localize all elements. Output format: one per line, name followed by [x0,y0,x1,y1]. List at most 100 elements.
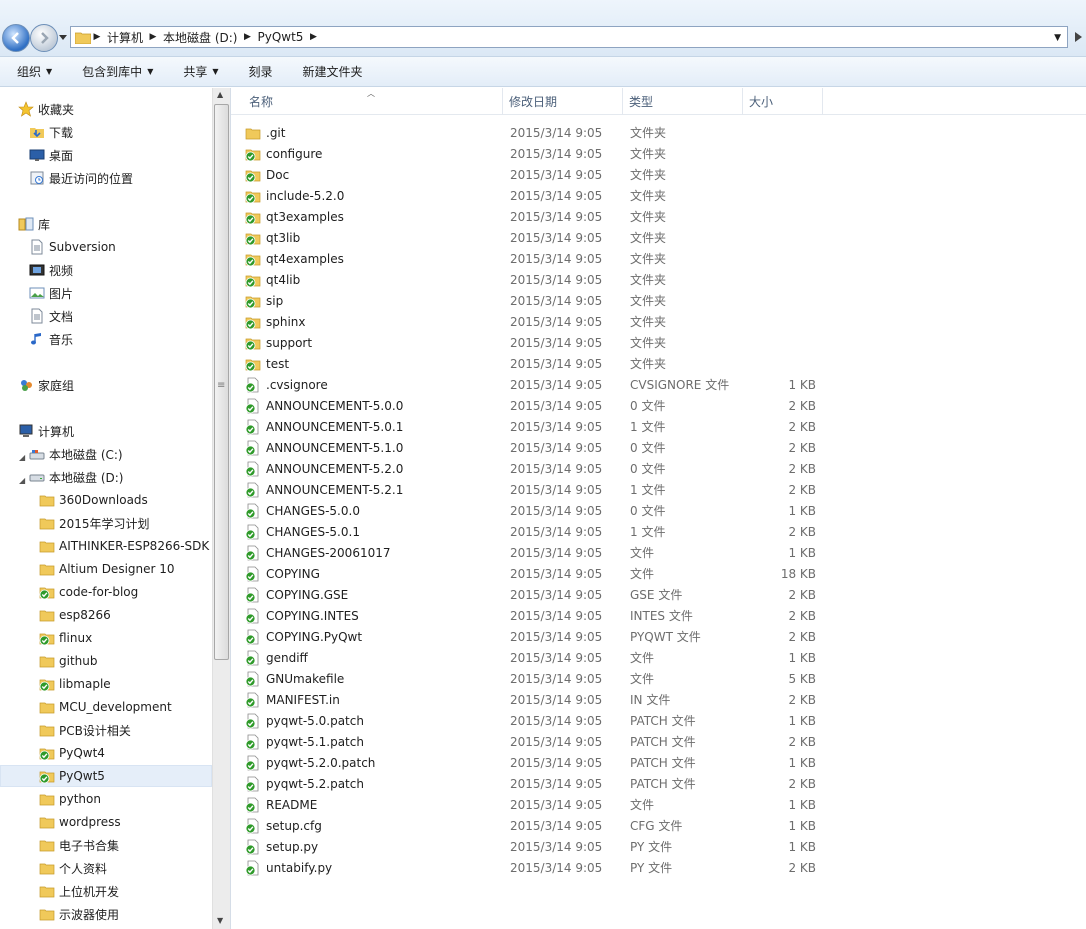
column-header-1[interactable]: 修改日期 [503,88,623,115]
file-type: IN 文件 [630,693,671,707]
nav-library-item[interactable]: 音乐 [29,328,73,350]
nav-favorite-item[interactable]: 桌面 [29,144,73,166]
file-row[interactable]: pyqwt-5.2.patch 2015/3/14 9:05 PATCH 文件 2 K… [245,773,1065,794]
file-row[interactable]: COPYING.PyQwt 2015/3/14 9:05 PYQWT 文件 2 KB [245,626,1065,647]
file-row[interactable]: pyqwt-5.0.patch 2015/3/14 9:05 PATCH 文件 1 K… [245,710,1065,731]
nav-folder-item[interactable]: 电子书合集 [39,834,119,856]
nav-library-item[interactable]: Subversion [29,236,116,258]
nav-folder-item[interactable]: 个人资料 [39,857,107,879]
breadcrumb-item[interactable]: 计算机 [103,29,147,46]
nav-library-item[interactable]: 视频 [29,259,73,281]
file-row[interactable]: CHANGES-5.0.1 2015/3/14 9:05 1 文件 2 KB [245,521,1065,542]
file-row[interactable]: test 2015/3/14 9:05 文件夹 [245,353,1065,374]
nav-folder-item[interactable]: PyQwt5 [0,765,212,787]
column-header-3[interactable]: 大小 [743,88,823,115]
address-field[interactable]: ▶ 计算机 ▶ 本地磁盘 (D:) ▶ PyQwt5 ▶ ▼ [70,26,1068,48]
nav-folder-item[interactable]: python [39,788,101,810]
recent-pages-dropdown[interactable] [59,33,67,41]
file-row[interactable]: support 2015/3/14 9:05 文件夹 [245,332,1065,353]
forward-button[interactable] [30,24,58,52]
nav-favorite-item[interactable]: 下载 [29,121,73,143]
file-row[interactable]: qt3examples 2015/3/14 9:05 文件夹 [245,206,1065,227]
file-row[interactable]: ANNOUNCEMENT-5.1.0 2015/3/14 9:05 0 文件 2 KB [245,437,1065,458]
file-row[interactable]: configure 2015/3/14 9:05 文件夹 [245,143,1065,164]
file-row[interactable]: README 2015/3/14 9:05 文件 1 KB [245,794,1065,815]
address-history-dropdown-icon[interactable]: ▼ [1054,33,1061,43]
file-row[interactable]: CHANGES-20061017 2015/3/14 9:05 文件 1 KB [245,542,1065,563]
nav-folder-item[interactable]: AITHINKER-ESP8266-SDK [39,535,209,557]
breadcrumb-separator-icon[interactable]: ▶ [307,32,319,42]
refresh-icon[interactable] [1070,26,1086,48]
scroll-down-icon[interactable]: ▼ [217,916,223,925]
column-header-2[interactable]: 类型 [623,88,743,115]
file-row[interactable]: GNUmakefile 2015/3/14 9:05 文件 5 KB [245,668,1065,689]
file-row[interactable]: gendiff 2015/3/14 9:05 文件 1 KB [245,647,1065,668]
file-date: 2015/3/14 9:05 [510,587,603,602]
breadcrumb-separator-icon[interactable]: ▶ [91,32,103,42]
nav-library-item[interactable]: 文档 [29,305,73,327]
nav-folder-item[interactable]: github [39,650,97,672]
toolbar-button[interactable]: 包含到库中 ▼ [82,61,153,83]
nav-folder-item[interactable]: esp8266 [39,604,111,626]
file-row[interactable]: COPYING.INTES 2015/3/14 9:05 INTES 文件 2 KB [245,605,1065,626]
toolbar-button[interactable]: 新建文件夹 [303,61,363,83]
file-row[interactable]: qt4lib 2015/3/14 9:05 文件夹 [245,269,1065,290]
column-header-0[interactable]: 名称 [243,88,503,115]
file-row[interactable]: .git 2015/3/14 9:05 文件夹 [245,122,1065,143]
file-row[interactable]: COPYING.GSE 2015/3/14 9:05 GSE 文件 2 KB [245,584,1065,605]
file-row[interactable]: MANIFEST.in 2015/3/14 9:05 IN 文件 2 KB [245,689,1065,710]
file-row[interactable]: .cvsignore 2015/3/14 9:05 CVSIGNORE 文件 1 KB [245,374,1065,395]
toolbar-button[interactable]: 共享 ▼ [183,61,218,83]
nav-folder-item[interactable]: code-for-blog [39,581,138,603]
nav-folder-item[interactable]: flinux [39,627,92,649]
file-row[interactable]: setup.cfg 2015/3/14 9:05 CFG 文件 1 KB [245,815,1065,836]
file-row[interactable]: sip 2015/3/14 9:05 文件夹 [245,290,1065,311]
file-row[interactable]: pyqwt-5.2.0.patch 2015/3/14 9:05 PATCH 文件 1… [245,752,1065,773]
nav-computer[interactable]: 计算机 [18,420,74,442]
file-row[interactable]: sphinx 2015/3/14 9:05 文件夹 [245,311,1065,332]
nav-scrollbar[interactable]: ▲ ≡ ▼ [212,88,230,929]
collapse-arrow-icon[interactable]: ◢ [19,476,25,485]
file-row[interactable]: qt3lib 2015/3/14 9:05 文件夹 [245,227,1065,248]
scroll-up-icon[interactable]: ▲ [217,90,223,99]
breadcrumb[interactable]: ▶ 计算机 ▶ 本地磁盘 (D:) ▶ PyQwt5 ▶ [91,27,319,47]
nav-favorites[interactable]: 收藏夹 [18,98,74,120]
nav-drive[interactable]: 本地磁盘 (D:) [29,466,123,488]
file-row[interactable]: qt4examples 2015/3/14 9:05 文件夹 [245,248,1065,269]
breadcrumb-separator-icon[interactable]: ▶ [147,32,159,42]
file-row[interactable]: COPYING 2015/3/14 9:05 文件 18 KB [245,563,1065,584]
toolbar-button[interactable]: 组织 ▼ [17,61,52,83]
file-row[interactable]: ANNOUNCEMENT-5.2.0 2015/3/14 9:05 0 文件 2 KB [245,458,1065,479]
file-row[interactable]: setup.py 2015/3/14 9:05 PY 文件 1 KB [245,836,1065,857]
file-row[interactable]: include-5.2.0 2015/3/14 9:05 文件夹 [245,185,1065,206]
breadcrumb-item[interactable]: 本地磁盘 (D:) [159,29,241,46]
file-row[interactable]: CHANGES-5.0.0 2015/3/14 9:05 0 文件 1 KB [245,500,1065,521]
file-row[interactable]: pyqwt-5.1.patch 2015/3/14 9:05 PATCH 文件 2 K… [245,731,1065,752]
file-row[interactable]: ANNOUNCEMENT-5.2.1 2015/3/14 9:05 1 文件 2 KB [245,479,1065,500]
file-row[interactable]: ANNOUNCEMENT-5.0.0 2015/3/14 9:05 0 文件 2 KB [245,395,1065,416]
nav-folder-item[interactable]: 示波器使用 [39,903,119,925]
nav-homegroup[interactable]: 家庭组 [18,374,74,396]
nav-favorite-item[interactable]: 最近访问的位置 [29,167,133,189]
breadcrumb-item[interactable]: PyQwt5 [253,30,307,44]
file-row[interactable]: ANNOUNCEMENT-5.0.1 2015/3/14 9:05 1 文件 2 KB [245,416,1065,437]
nav-folder-item[interactable]: 360Downloads [39,489,148,511]
nav-library-item[interactable]: 图片 [29,282,73,304]
nav-folder-item[interactable]: 2015年学习计划 [39,512,150,534]
back-button[interactable] [2,24,30,52]
file-row[interactable]: untabify.py 2015/3/14 9:05 PY 文件 2 KB [245,857,1065,878]
nav-folder-item[interactable]: libmaple [39,673,111,695]
collapse-arrow-icon[interactable]: ◢ [19,453,25,462]
nav-folder-item[interactable]: 上位机开发 [39,880,119,902]
nav-libraries[interactable]: 库 [18,213,50,235]
nav-folder-item[interactable]: MCU_development [39,696,172,718]
nav-drive[interactable]: 本地磁盘 (C:) [29,443,123,465]
nav-folder-item[interactable]: wordpress [39,811,121,833]
file-name: COPYING.PyQwt [266,629,363,644]
nav-folder-item[interactable]: PyQwt4 [39,742,105,764]
toolbar-button[interactable]: 刻录 [249,61,273,83]
breadcrumb-separator-icon[interactable]: ▶ [241,32,253,42]
nav-folder-item[interactable]: Altium Designer 10 [39,558,175,580]
nav-folder-item[interactable]: PCB设计相关 [39,719,131,741]
file-row[interactable]: Doc 2015/3/14 9:05 文件夹 [245,164,1065,185]
